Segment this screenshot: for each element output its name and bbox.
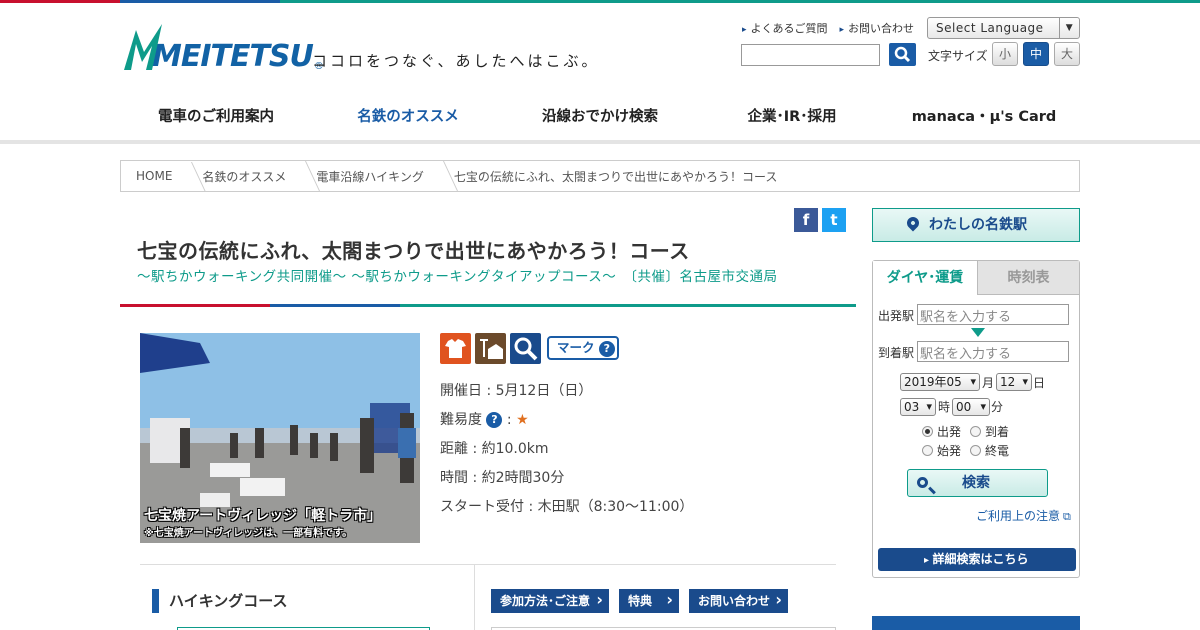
benefits-button[interactable]: 特典	[619, 588, 679, 613]
radio-departure-label: 出発	[937, 425, 962, 439]
start-reception: スタート受付 : 木田駅（8:30～11:00）	[440, 499, 694, 515]
course-distance: 距離 : 約10.0km	[440, 441, 549, 457]
utility-links: よくあるご質問 お問い合わせ	[742, 20, 915, 36]
page-title: 七宝の伝統にふれ、太閤まつりで出世にあやかろう！コース	[137, 239, 690, 263]
nav-outing-search[interactable]: 沿線おでかけ検索	[504, 92, 696, 144]
event-date: 開催日 : 5月12日（日）	[440, 383, 593, 399]
radio-icon	[922, 445, 933, 456]
radio-last-train[interactable]: 終電	[970, 442, 1009, 459]
photo-caption: 七宝焼アートヴィレッジ「軽トラ市」	[144, 508, 382, 524]
radio-first-train[interactable]: 始発	[922, 442, 961, 459]
route-search-panel: ダイヤ･運賃 時刻表 出発駅 駅名を入力する 到着駅 駅名を入力する 2019年…	[872, 260, 1080, 578]
route-search-button[interactable]: 検索	[907, 469, 1048, 497]
nav-corporate[interactable]: 企業･IR･採用	[696, 92, 888, 144]
section-vertical-divider	[474, 565, 475, 630]
day-unit: 日	[1033, 376, 1046, 390]
search-icon	[917, 477, 928, 488]
mark-legend-label: マーク	[557, 340, 595, 355]
from-station-label: 出発駅	[878, 309, 915, 323]
difficulty-help-icon[interactable]: ?	[486, 412, 503, 428]
year-month-select[interactable]: 2019年05	[900, 373, 980, 391]
hiking-course-heading: ハイキングコース	[152, 589, 288, 613]
radio-departure[interactable]: 出発	[922, 423, 961, 440]
location-pin-icon	[904, 214, 922, 232]
tab-timetable[interactable]: 時刻表	[977, 261, 1079, 295]
section-divider	[140, 564, 836, 565]
site-search-input[interactable]	[741, 44, 880, 66]
course-duration: 時間 : 約2時間30分	[440, 470, 565, 486]
faq-link[interactable]: よくあるご質問	[742, 20, 828, 36]
chevron-down-icon: ▼	[1059, 18, 1079, 38]
meitetsu-logo[interactable]: MEITETSU ®	[122, 22, 324, 72]
tagline: ココロをつなぐ、あしたへはこぶ。	[312, 52, 600, 70]
minute-select[interactable]: 00	[952, 398, 990, 416]
difficulty-stars: ★	[516, 412, 529, 428]
day-select[interactable]: 12	[996, 373, 1032, 391]
participation-button[interactable]: 参加方法･ご注意	[491, 588, 609, 613]
font-size-small-button[interactable]: 小	[992, 42, 1018, 66]
radio-icon	[970, 426, 981, 437]
photo-note: ※七宝焼アートヴィレッジは、一部有料です。	[144, 528, 353, 539]
radio-first-train-label: 始発	[937, 444, 962, 458]
logo-m-mark-icon	[124, 24, 162, 70]
radio-checked-icon	[922, 426, 933, 437]
detail-search-button[interactable]: 詳細検索はこちら	[878, 548, 1076, 571]
nav-train-guide[interactable]: 電車のご利用案内	[120, 92, 312, 144]
language-select[interactable]: Select Language ▼	[927, 17, 1080, 39]
hour-select[interactable]: 03	[900, 398, 936, 416]
radio-arrival[interactable]: 到着	[970, 423, 1009, 440]
search-mark-icon	[510, 333, 541, 364]
difficulty-label: 難易度	[440, 412, 482, 428]
minute-unit: 分	[991, 400, 1004, 414]
breadcrumb-hiking[interactable]: 電車沿線ハイキング	[316, 168, 453, 185]
nav-manaca[interactable]: manaca・μ's Card	[888, 92, 1080, 144]
sidebar-next-box	[872, 616, 1080, 630]
to-station-input[interactable]: 駅名を入力する	[917, 341, 1069, 362]
difficulty-row: 難易度 ? : ★	[440, 409, 529, 429]
top-color-bar	[0, 0, 1200, 3]
breadcrumb: HOME 名鉄のオススメ 電車沿線ハイキング 七宝の伝統にふれ、太閤まつりで出世…	[120, 160, 1080, 192]
font-size-label: 文字サイズ	[928, 49, 988, 63]
tab-fare[interactable]: ダイヤ･運賃	[873, 261, 977, 295]
search-icon	[894, 46, 911, 63]
question-icon: ?	[598, 340, 615, 357]
difficulty-separator: :	[506, 412, 512, 428]
radio-last-train-label: 終電	[985, 444, 1010, 458]
font-size-medium-button[interactable]: 中	[1023, 42, 1049, 66]
radio-arrival-label: 到着	[985, 425, 1010, 439]
facebook-share-icon[interactable]: f	[794, 208, 818, 232]
breadcrumb-home[interactable]: HOME	[136, 169, 202, 183]
nav-recommend[interactable]: 名鉄のオススメ	[312, 92, 504, 144]
site-search-button[interactable]	[889, 43, 916, 66]
nav-underline-bar	[0, 140, 1200, 144]
inquiry-button[interactable]: お問い合わせ	[689, 588, 788, 613]
radio-icon	[970, 445, 981, 456]
breadcrumb-recommend[interactable]: 名鉄のオススメ	[202, 168, 316, 185]
font-size-large-button[interactable]: 大	[1054, 42, 1080, 66]
arrow-down-icon	[971, 328, 985, 337]
page-subtitle: ～駅ちかウォーキング共同開催～ ～駅ちかウォーキングタイアップコース～ 〔共催〕…	[137, 269, 778, 285]
shirt-mark-icon	[440, 333, 471, 364]
breadcrumb-current: 七宝の伝統にふれ、太閤まつりで出世にあやかろう！コース	[453, 169, 778, 184]
my-station-label: わたしの名鉄駅	[929, 217, 1027, 233]
global-nav: 電車のご利用案内 名鉄のオススメ 沿線おでかけ検索 企業･IR･採用 manac…	[120, 92, 1080, 144]
hour-unit: 時	[938, 400, 951, 414]
route-search-label: 検索	[962, 475, 990, 491]
to-station-label: 到着駅	[878, 346, 915, 360]
language-select-label: Select Language	[936, 21, 1044, 35]
month-unit: 月	[982, 376, 995, 390]
course-photo: 七宝焼アートヴィレッジ「軽トラ市」 ※七宝焼アートヴィレッジは、一部有料です。	[140, 333, 420, 543]
facility-mark-icon	[475, 333, 506, 364]
usage-notice-link[interactable]: ご利用上の注意	[976, 507, 1071, 524]
logo-wordmark: MEITETSU	[152, 39, 314, 74]
contact-link[interactable]: お問い合わせ	[840, 20, 914, 36]
twitter-share-icon[interactable]: t	[822, 208, 846, 232]
title-rule	[120, 304, 856, 307]
mark-legend-button[interactable]: マーク ?	[547, 336, 619, 360]
my-station-button[interactable]: わたしの名鉄駅	[872, 208, 1080, 242]
from-station-input[interactable]: 駅名を入力する	[917, 304, 1069, 325]
